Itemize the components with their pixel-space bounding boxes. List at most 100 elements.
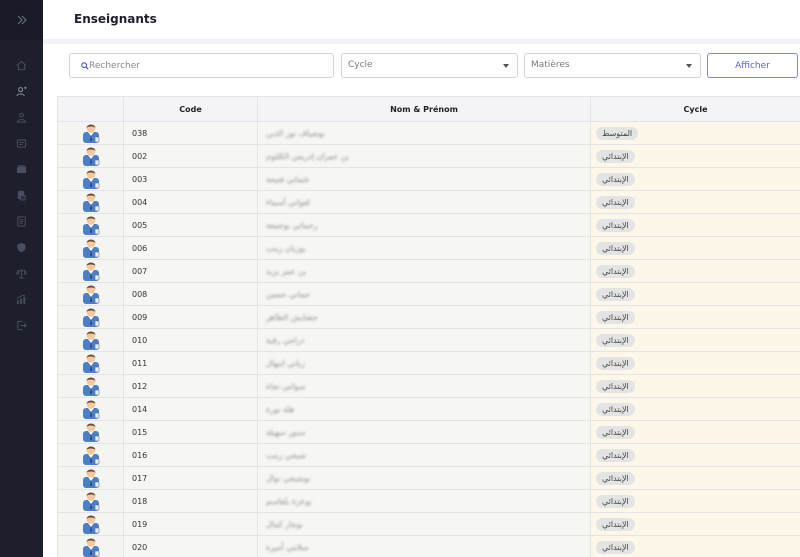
table-row[interactable]: 014 هلة نورة الإبتدائي [57,397,800,421]
notebook-icon [16,138,27,148]
table-row[interactable]: 007 بن عمر يزيد الإبتدائي [57,259,800,283]
cycle-badge: الإبتدائي [596,356,635,370]
column-header-cycle[interactable]: Cycle [590,96,800,122]
cycle-badge: الإبتدائي [596,494,635,508]
table-header-row: Code Nom & Prénom Cycle [57,96,800,122]
cycle-select[interactable]: Cycle [341,53,518,78]
table-row[interactable]: 006 بوزيان زينب الإبتدائي [57,236,800,260]
table-row[interactable]: 038 بوضياف نور الدين المتوسط [57,121,800,145]
sidebar-item-notebook[interactable] [0,130,43,156]
name-cell: بن عمر يزيد [257,259,591,283]
cycle-cell: الإبتدائي [590,535,800,557]
sidebar-nav [0,40,43,338]
sidebar-item-logout[interactable] [0,312,43,338]
table-row[interactable]: 020 سلامي أميرة الإبتدائي [57,535,800,557]
cycle-cell: الإبتدائي [590,236,800,260]
students-icon [16,112,27,123]
teacher-avatar-icon [82,308,99,327]
table-row[interactable]: 018 بوعزة بلقاسم الإبتدائي [57,489,800,513]
table-row[interactable]: 019 بوجار كمال الإبتدائي [57,512,800,536]
cycle-badge: الإبتدائي [596,402,635,416]
search-input[interactable] [89,54,329,77]
photo-cell [57,190,124,214]
name-cell: دراجي رقية [257,328,591,352]
teacher-name: سنور سهيلة [266,427,306,437]
cycle-badge: الإبتدائي [596,218,635,232]
cycle-badge: الإبتدائي [596,149,635,163]
photo-cell [57,420,124,444]
document-icon [17,190,26,201]
photo-cell [57,351,124,375]
sidebar-item-scale[interactable] [0,260,43,286]
cycle-badge: الإبتدائي [596,241,635,255]
cycle-badge: الإبتدائي [596,310,635,324]
code-cell: 012 [123,374,258,398]
matieres-select[interactable]: Matières [524,53,701,78]
sidebar-item-home[interactable] [0,52,43,78]
cycle-badge: الإبتدائي [596,471,635,485]
teacher-avatar-icon [82,216,99,235]
sidebar-item-list[interactable] [0,208,43,234]
column-header-code[interactable]: Code [123,96,258,122]
table-row[interactable]: 012 سواس نجاة الإبتدائي [57,374,800,398]
code-cell: 020 [123,535,258,557]
table-row[interactable]: 010 دراجي رقية الإبتدائي [57,328,800,352]
home-icon [16,60,27,70]
cycle-cell: الإبتدائي [590,167,800,191]
teacher-name: بن عمران إدريس الكلثوم [266,151,350,161]
afficher-button[interactable]: Afficher [707,53,798,78]
name-cell: بوزيان زينب [257,236,591,260]
name-cell: شيخي زينب [257,443,591,467]
filter-bar: Cycle Matières Afficher [69,53,800,78]
teacher-avatar-icon [82,285,99,304]
name-cell: حشايش الطاهر [257,305,591,329]
teacher-avatar-icon [82,538,99,557]
table-row[interactable]: 002 بن عمران إدريس الكلثوم الإبتدائي [57,144,800,168]
shield-icon [17,242,26,252]
search-field[interactable] [69,53,334,78]
name-cell: زياني ابتهال [257,351,591,375]
table-row[interactable]: 004 لعواني أسماء الإبتدائي [57,190,800,214]
name-cell: رحماني بوجمعة [257,213,591,237]
cycle-badge: الإبتدائي [596,195,635,209]
sidebar-item-chart[interactable] [0,286,43,312]
photo-cell [57,167,124,191]
code-cell: 011 [123,351,258,375]
photo-cell [57,259,124,283]
sidebar-item-books[interactable] [0,156,43,182]
table-row[interactable]: 005 رحماني بوجمعة الإبتدائي [57,213,800,237]
cycle-cell: الإبتدائي [590,374,800,398]
teacher-name: سلامي أميرة [266,542,309,552]
table-row[interactable]: 017 بوشيخي نوال الإبتدائي [57,466,800,490]
table-body: 038 بوضياف نور الدين المتوسط 002 بن عمرا… [57,121,800,557]
table-row[interactable]: 009 حشايش الطاهر الإبتدائي [57,305,800,329]
table-row[interactable]: 011 زياني ابتهال الإبتدائي [57,351,800,375]
sidebar-item-teachers[interactable] [0,78,43,104]
sidebar-item-students[interactable] [0,104,43,130]
sidebar-item-document[interactable] [0,182,43,208]
code-cell: 004 [123,190,258,214]
list-icon [17,215,26,227]
code-cell: 006 [123,236,258,260]
table-row[interactable]: 003 عثماني فتيحة الإبتدائي [57,167,800,191]
cycle-cell: الإبتدائي [590,443,800,467]
teacher-avatar-icon [82,124,99,143]
sidebar-item-shield[interactable] [0,234,43,260]
name-cell: سلامي أميرة [257,535,591,557]
cycle-badge: الإبتدائي [596,379,635,393]
code-cell: 014 [123,397,258,421]
column-header-photo [57,96,124,122]
table-row[interactable]: 016 شيخي زينب الإبتدائي [57,443,800,467]
name-cell: سنور سهيلة [257,420,591,444]
photo-cell [57,282,124,306]
table-row[interactable]: 008 حماني حسين الإبتدائي [57,282,800,306]
photo-cell [57,443,124,467]
table-row[interactable]: 015 سنور سهيلة الإبتدائي [57,420,800,444]
cycle-cell: الإبتدائي [590,489,800,513]
search-icon [81,62,89,70]
teacher-icon [16,86,27,96]
code-cell: 010 [123,328,258,352]
teacher-avatar-icon [82,170,99,189]
column-header-name[interactable]: Nom & Prénom [257,96,591,122]
sidebar-toggle[interactable] [0,0,43,40]
